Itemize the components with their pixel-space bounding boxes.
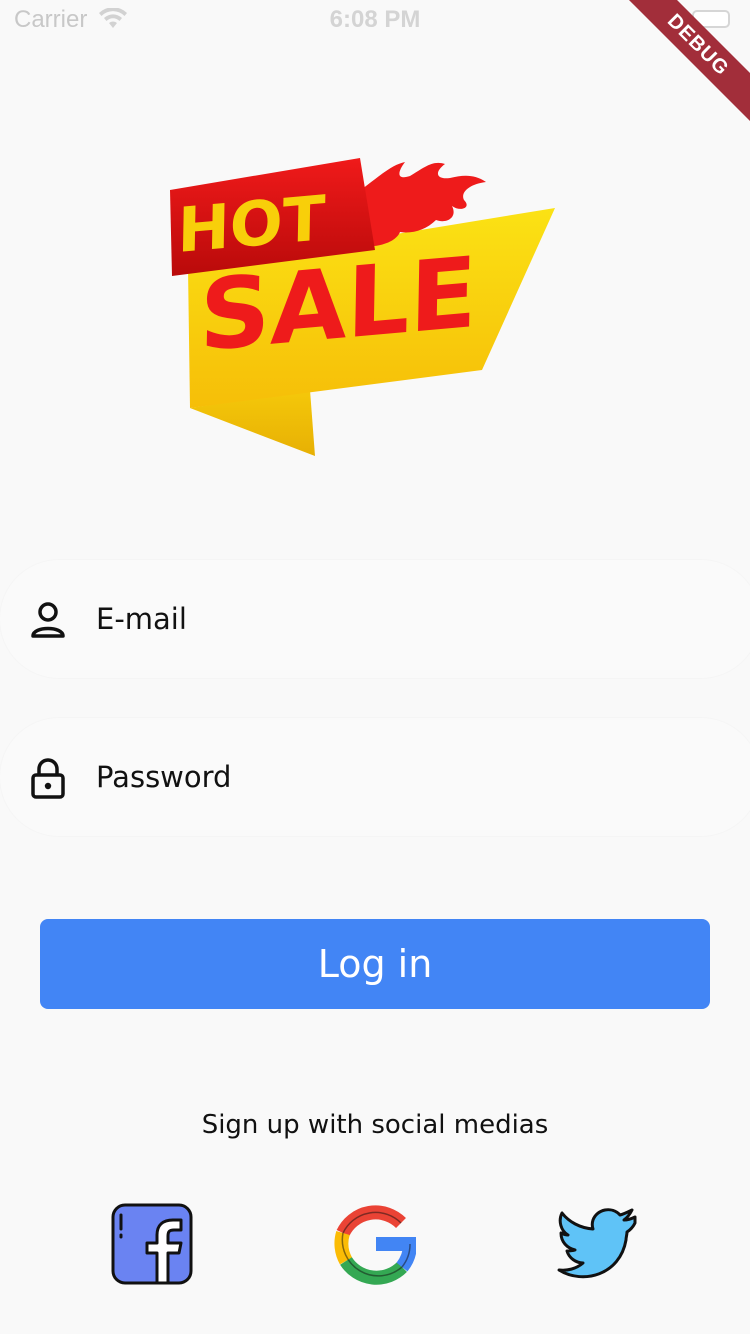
person-icon: [30, 600, 66, 640]
email-field[interactable]: [0, 560, 750, 678]
google-icon[interactable]: [334, 1203, 417, 1285]
hot-sale-logo: HOT SALE: [170, 158, 555, 456]
password-input[interactable]: [96, 752, 656, 802]
facebook-icon[interactable]: [111, 1203, 193, 1285]
login-button[interactable]: Log in: [40, 919, 710, 1009]
clock-label: 6:08 PM: [329, 6, 421, 33]
login-screen: Carrier 6:08 PM DEBUG HOT SALE E-mail Lo…: [0, 0, 750, 1334]
social-signup-caption: Sign up with social medias: [201, 1110, 549, 1140]
logo-sale-text: SALE: [199, 237, 478, 374]
twitter-icon[interactable]: [557, 1203, 639, 1285]
email-input[interactable]: [96, 594, 656, 644]
lock-icon: [30, 758, 66, 799]
password-field[interactable]: [0, 718, 750, 836]
